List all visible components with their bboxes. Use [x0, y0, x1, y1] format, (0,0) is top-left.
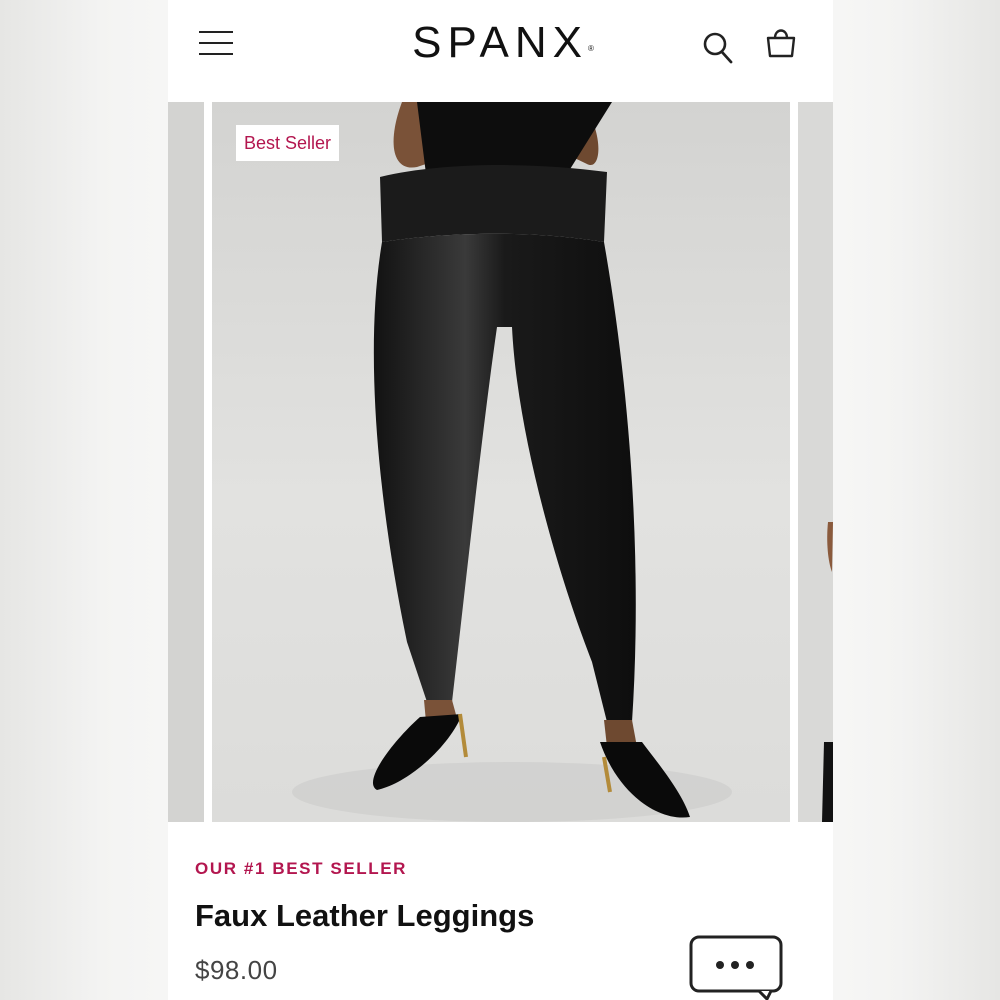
previous-slide-image: [168, 102, 204, 822]
hamburger-menu-icon[interactable]: [199, 28, 233, 58]
carousel-slide-previous[interactable]: [168, 102, 204, 822]
registered-mark: ®: [588, 44, 594, 53]
carousel-slide-current[interactable]: Best Seller: [212, 102, 790, 822]
search-icon[interactable]: [701, 29, 735, 65]
brand-logo[interactable]: SPANX®: [388, 18, 618, 68]
shopping-bag-icon[interactable]: [764, 24, 798, 60]
product-photo: [212, 102, 790, 822]
product-title[interactable]: Faux Leather Leggings: [195, 898, 534, 934]
site-header: SPANX®: [168, 0, 833, 102]
chat-bubble-icon[interactable]: [689, 935, 783, 1000]
next-slide-image: [798, 102, 833, 822]
product-eyebrow: OUR #1 BEST SELLER: [195, 859, 408, 878]
brand-name: SPANX: [412, 18, 588, 67]
product-image-carousel[interactable]: Best Seller: [168, 102, 833, 822]
product-price: $98.00: [195, 955, 278, 985]
best-seller-badge: Best Seller: [236, 125, 340, 161]
mobile-page: SPANX® Best Seller OUR #1 BEST SELLER Fa…: [168, 0, 833, 1000]
carousel-slide-next[interactable]: [798, 102, 833, 822]
